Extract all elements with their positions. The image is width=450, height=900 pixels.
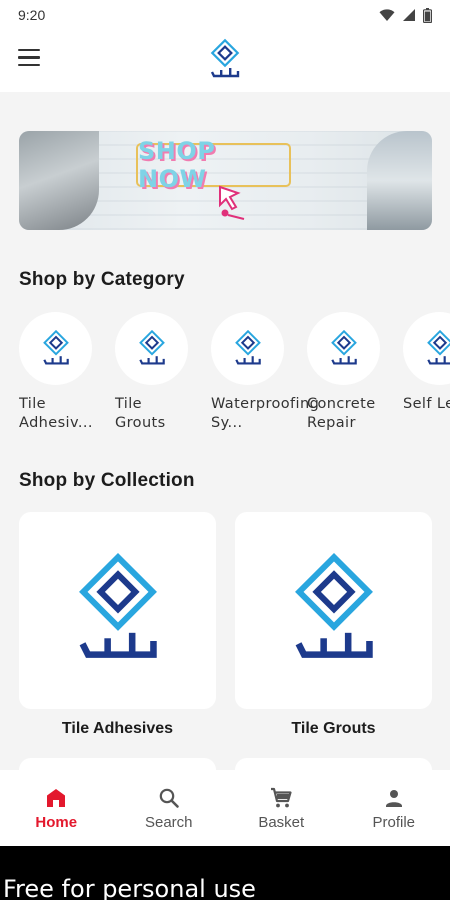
zawaya-logo[interactable] [205, 38, 245, 82]
hamburger-icon-line [18, 56, 40, 59]
hamburger-icon-line [18, 49, 40, 52]
watermark-bar: Free for personal use [0, 846, 450, 900]
collection-card-tile-grouts[interactable]: Tile Grouts [235, 512, 432, 738]
nav-search[interactable]: Search [113, 770, 226, 846]
category-carousel[interactable]: Tile Adhesiv... Tile Grouts Waterproofin… [19, 312, 450, 442]
nav-label: Search [144, 814, 193, 831]
signal-icon [403, 9, 415, 21]
logo-icon [294, 552, 373, 658]
category-thumbnail [403, 312, 450, 385]
bottom-navigation: Home Search Basket Profile [0, 770, 450, 846]
nav-label: Home [35, 814, 78, 831]
logo-icon [210, 38, 240, 78]
category-thumbnail [19, 312, 92, 385]
category-thumbnail [307, 312, 380, 385]
promo-banner[interactable]: SHOP NOW [19, 131, 432, 230]
banner-photo-bathroom [367, 131, 432, 230]
nav-label: Profile [372, 814, 416, 831]
category-item-self-leveling[interactable]: Self Leve [403, 312, 450, 414]
category-thumbnail [211, 312, 284, 385]
category-label: Self Leve [403, 396, 450, 412]
category-thumbnail [115, 312, 188, 385]
hamburger-icon-line [18, 63, 40, 67]
search-icon [159, 788, 179, 808]
logo-icon [42, 329, 69, 364]
collection-section-title: Shop by Collection [19, 470, 195, 491]
app-bar [0, 30, 450, 92]
nav-basket[interactable]: Basket [225, 770, 338, 846]
status-icons [379, 7, 432, 23]
collection-thumbnail [235, 512, 432, 709]
home-icon [47, 789, 66, 807]
banner-photo-tiler [19, 131, 99, 230]
status-time: 9:20 [18, 7, 46, 23]
logo-icon [78, 552, 157, 658]
cursor-click-icon [219, 185, 245, 220]
nav-home[interactable]: Home [0, 770, 113, 846]
collection-card-tile-adhesives[interactable]: Tile Adhesives [19, 512, 216, 738]
cart-icon [271, 787, 292, 808]
person-icon [385, 790, 402, 807]
watermark-text: Free for personal use [3, 875, 256, 900]
collection-card-partial[interactable] [235, 758, 432, 770]
logo-icon [234, 329, 261, 364]
category-label: Concrete Repair [307, 396, 376, 431]
logo-icon [138, 329, 165, 364]
logo-icon [330, 329, 357, 364]
collection-label: Tile Grouts [291, 720, 376, 737]
category-label: Tile Grouts [115, 396, 166, 431]
category-section-title: Shop by Category [19, 269, 185, 290]
main-content[interactable]: SHOP NOW Shop by Category Tile Adhesiv..… [0, 92, 450, 770]
collection-label: Tile Adhesives [61, 720, 174, 737]
wifi-icon [379, 8, 395, 21]
category-item-tile-grouts[interactable]: Tile Grouts [115, 312, 191, 433]
battery-icon [423, 7, 432, 23]
category-label: Tile Adhesiv... [19, 396, 93, 431]
category-label: Waterproofing Sy... [211, 396, 320, 431]
category-item-tile-adhesives[interactable]: Tile Adhesiv... [19, 312, 95, 433]
nav-profile[interactable]: Profile [338, 770, 450, 846]
nav-label: Basket [258, 814, 305, 831]
collection-thumbnail [19, 512, 216, 709]
category-item-concrete-repair[interactable]: Concrete Repair [307, 312, 383, 433]
category-item-waterproofing[interactable]: Waterproofing Sy... [211, 312, 320, 433]
menu-button[interactable] [18, 49, 44, 71]
collection-card-partial[interactable] [19, 758, 216, 770]
shop-now-text: SHOP NOW [136, 137, 291, 193]
logo-icon [426, 329, 450, 364]
status-bar: 9:20 [0, 0, 450, 30]
